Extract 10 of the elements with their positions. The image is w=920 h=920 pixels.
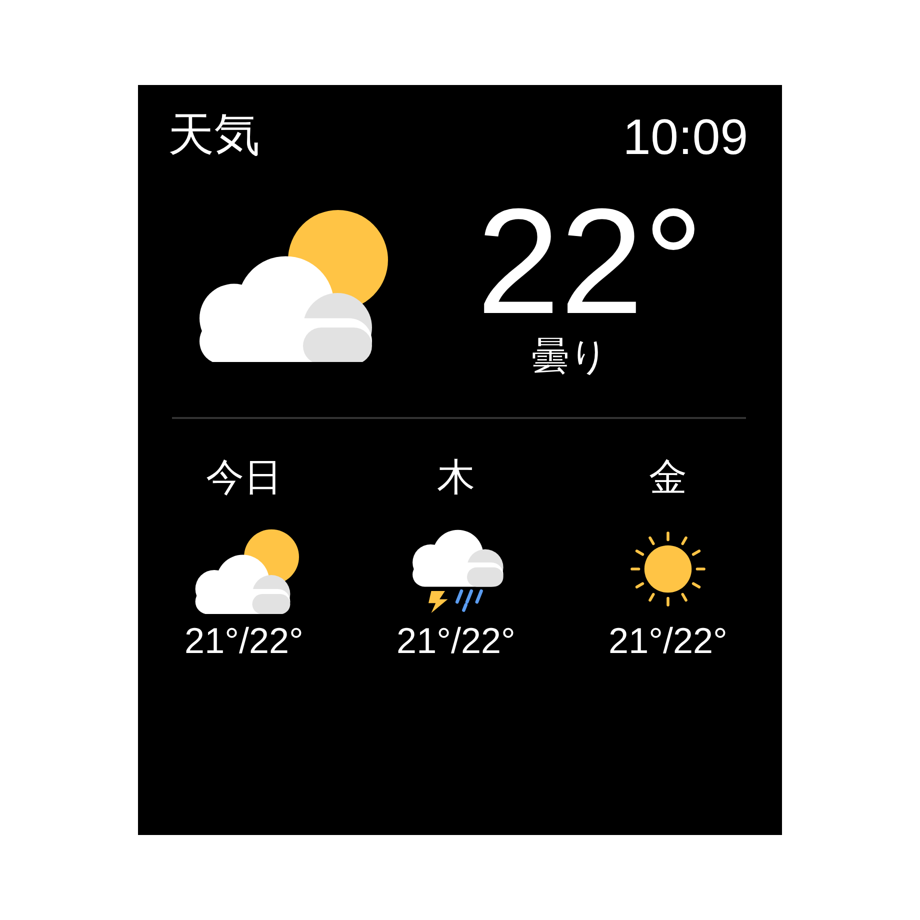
temperature: 22°: [476, 186, 704, 336]
condition-text: 曇り: [532, 336, 608, 378]
temperature-range: 21°/22°: [608, 618, 728, 662]
day-label: 木: [437, 455, 475, 501]
app-title: 天気: [168, 107, 260, 162]
temperature-range: 21°/22°: [396, 618, 516, 662]
clock-time: 10:09: [622, 108, 748, 167]
day-label: 今日: [206, 455, 282, 501]
temperature-range: 21°/22°: [184, 618, 304, 662]
day-label: 金: [649, 455, 687, 501]
